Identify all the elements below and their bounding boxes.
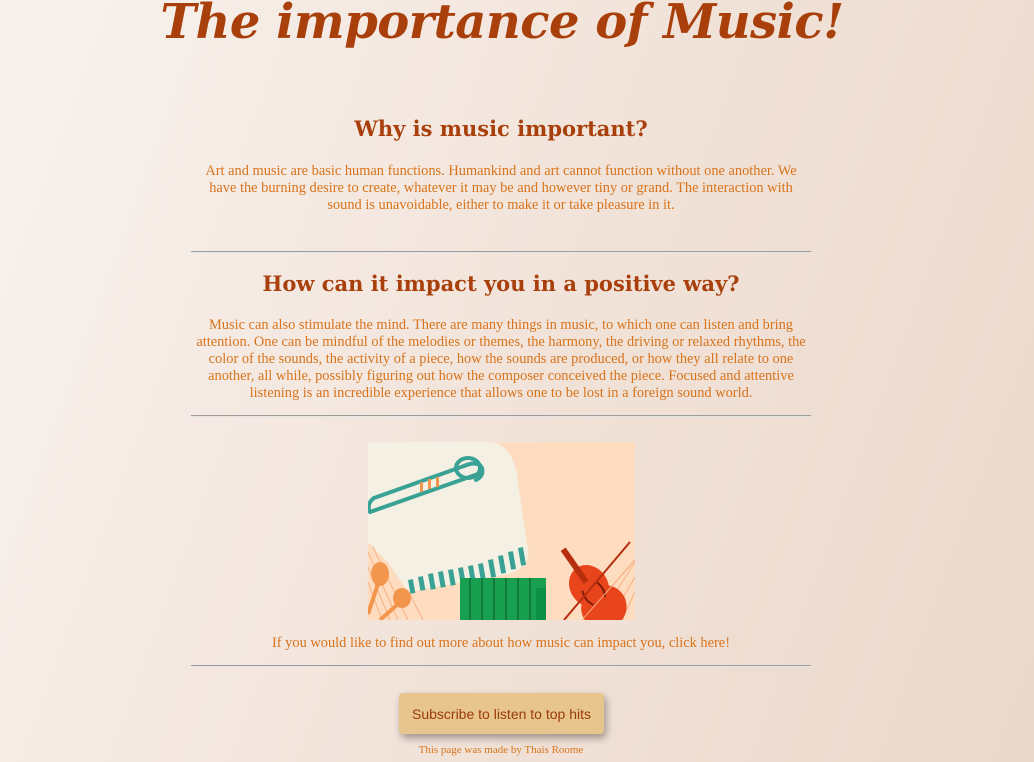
section-heading: Why is music important?: [354, 116, 648, 141]
section-why-important: Why is music important? Art and music ar…: [191, 116, 811, 214]
musical-instruments-illustration: [368, 442, 635, 620]
divider: [191, 251, 811, 253]
section-text: Art and music are basic human functions.…: [205, 163, 797, 213]
learn-more-link[interactable]: If you would like to find out more about…: [272, 635, 730, 651]
footer-credit: This page was made by Thais Roome: [418, 744, 584, 756]
page-title: The importance of Music!: [160, 0, 844, 50]
divider: [191, 415, 811, 417]
section-heading: How can it impact you in a positive way?: [262, 271, 740, 296]
learn-more-text: If you would like to find out more about…: [191, 635, 811, 652]
section-text: Music can also stimulate the mind. There…: [196, 317, 806, 401]
subscribe-button[interactable]: Subscribe to listen to top hits: [399, 693, 604, 734]
section-positive-impact: How can it impact you in a positive way?…: [191, 271, 811, 402]
divider: [191, 665, 811, 667]
page: The importance of Music! Why is music im…: [0, 0, 1034, 762]
